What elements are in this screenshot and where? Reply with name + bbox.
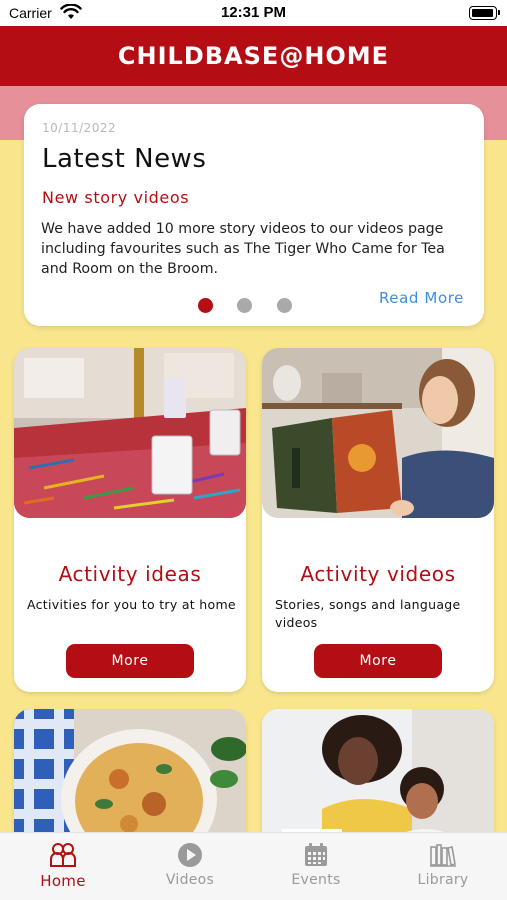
app-header: CHILDBASE@HOME <box>0 26 507 86</box>
tab-home-label: Home <box>40 872 86 890</box>
play-circle-icon <box>178 843 202 867</box>
recipe-image <box>14 709 246 849</box>
carousel-dot-2[interactable] <box>237 298 252 313</box>
books-icon <box>430 844 456 867</box>
reading-card[interactable] <box>262 709 494 849</box>
news-date: 10/11/2022 <box>42 121 117 135</box>
news-body: We have added 10 more story videos to ou… <box>41 221 445 277</box>
tab-library[interactable]: Library <box>380 833 506 900</box>
activity-videos-card[interactable]: Activity videos Stories, songs and langu… <box>262 348 494 692</box>
activity-ideas-description: Activities for you to try at home <box>27 597 236 612</box>
tab-events-label: Events <box>291 872 341 888</box>
app-title: CHILDBASE@HOME <box>117 42 390 70</box>
recipe-card[interactable] <box>14 709 246 849</box>
tab-videos-label: Videos <box>165 872 215 888</box>
activity-videos-title: Activity videos <box>300 562 456 586</box>
latest-news-card[interactable]: 10/11/2022 Latest News New story videos … <box>24 104 484 326</box>
carousel-dot-1[interactable] <box>198 298 213 313</box>
activity-videos-image <box>262 348 494 518</box>
news-heading: Latest News <box>42 144 207 174</box>
activity-ideas-title: Activity ideas <box>58 562 202 586</box>
activity-videos-more-button[interactable]: More <box>314 644 442 678</box>
read-more-link[interactable]: Read More <box>379 289 464 307</box>
calendar-icon <box>305 843 327 866</box>
status-bar: Carrier 12:31 PM <box>0 0 507 26</box>
news-subtitle: New story videos <box>42 188 190 207</box>
tab-library-label: Library <box>417 872 469 888</box>
bottom-tab-bar: Home Videos Events Library <box>0 832 507 900</box>
battery-icon <box>469 6 500 20</box>
reading-image <box>262 709 494 849</box>
activity-videos-description: Stories, songs and language videos <box>275 597 461 630</box>
tab-home[interactable]: Home <box>0 833 126 900</box>
activity-ideas-image <box>14 348 246 518</box>
carousel-dot-3[interactable] <box>277 298 292 313</box>
people-icon <box>50 843 76 867</box>
tab-events[interactable]: Events <box>253 833 379 900</box>
activity-ideas-card[interactable]: Activity ideas Activities for you to try… <box>14 348 246 692</box>
clock: 12:31 PM <box>220 4 287 21</box>
tab-videos[interactable]: Videos <box>127 833 253 900</box>
activity-ideas-more-button[interactable]: More <box>66 644 194 678</box>
